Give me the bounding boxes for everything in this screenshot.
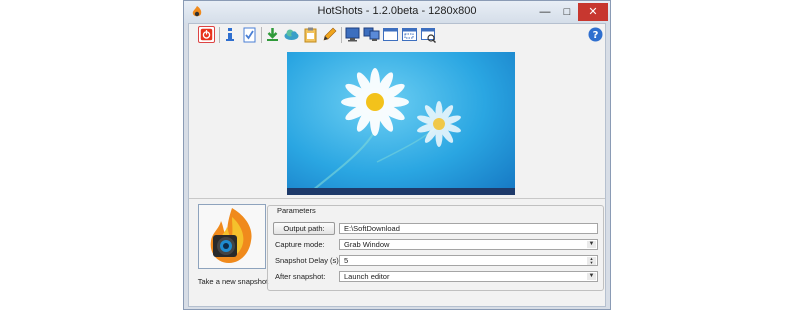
power-icon[interactable] bbox=[198, 26, 215, 43]
capture-mode-label: Capture mode: bbox=[275, 240, 325, 249]
parameters-legend: Parameters bbox=[275, 206, 318, 215]
toolbar-separator bbox=[341, 27, 342, 43]
title-bar: HotShots - 1.2.0beta - 1280x800 — □ ✕ bbox=[184, 1, 610, 23]
output-path-button[interactable]: Output path: bbox=[273, 222, 335, 235]
snapshot-delay-label: Snapshot Delay (s): bbox=[275, 256, 341, 265]
snapshot-preview bbox=[287, 52, 515, 195]
after-snapshot-label: After snapshot: bbox=[275, 272, 326, 281]
info-icon[interactable] bbox=[222, 26, 239, 43]
window-icon[interactable] bbox=[382, 26, 399, 43]
take-snapshot-button[interactable] bbox=[198, 204, 266, 269]
maximize-button[interactable]: □ bbox=[556, 3, 578, 21]
toolbar-separator bbox=[219, 27, 220, 43]
clipboard-icon[interactable] bbox=[302, 26, 319, 43]
pencil-icon[interactable] bbox=[321, 26, 338, 43]
output-path-field[interactable]: E:\SoftDownload bbox=[339, 223, 598, 234]
take-snapshot-label: Take a new snapshot bbox=[197, 277, 269, 286]
capture-mode-value: Grab Window bbox=[344, 240, 390, 249]
after-snapshot-select[interactable]: Launch editor ▼ bbox=[339, 271, 598, 282]
main-window: HotShots - 1.2.0beta - 1280x800 — □ ✕ ? … bbox=[183, 0, 611, 310]
hotshots-logo-icon bbox=[210, 208, 252, 263]
after-snapshot-value: Launch editor bbox=[344, 272, 390, 281]
multi-monitor-icon[interactable] bbox=[363, 26, 380, 43]
wallpaper-image bbox=[306, 68, 461, 195]
svg-text:?: ? bbox=[593, 30, 599, 41]
snapshot-delay-spinbox[interactable]: 5 ▲ ▼ bbox=[339, 255, 598, 266]
capture-mode-select[interactable]: Grab Window ▼ bbox=[339, 239, 598, 250]
chevron-down-icon[interactable]: ▼ bbox=[587, 261, 596, 265]
chevron-down-icon[interactable]: ▼ bbox=[587, 273, 596, 280]
download-icon[interactable] bbox=[264, 26, 281, 43]
region-icon[interactable] bbox=[401, 26, 418, 43]
toolbar-separator bbox=[261, 27, 262, 43]
snapshot-delay-value: 5 bbox=[344, 256, 349, 265]
monitor-icon[interactable] bbox=[344, 26, 361, 43]
divider bbox=[189, 198, 605, 199]
help-icon[interactable]: ? bbox=[587, 26, 604, 43]
checklist-icon[interactable] bbox=[241, 26, 258, 43]
preview-taskbar bbox=[287, 188, 515, 195]
toolbar: ? bbox=[189, 24, 605, 46]
upload-cloud-icon[interactable] bbox=[283, 26, 300, 43]
client-area: ? Take a new snapshot Parameters Output … bbox=[188, 23, 606, 307]
freehand-region-icon[interactable] bbox=[420, 26, 437, 43]
chevron-down-icon[interactable]: ▼ bbox=[587, 241, 596, 248]
minimize-button[interactable]: — bbox=[534, 3, 556, 21]
close-button[interactable]: ✕ bbox=[578, 3, 608, 21]
